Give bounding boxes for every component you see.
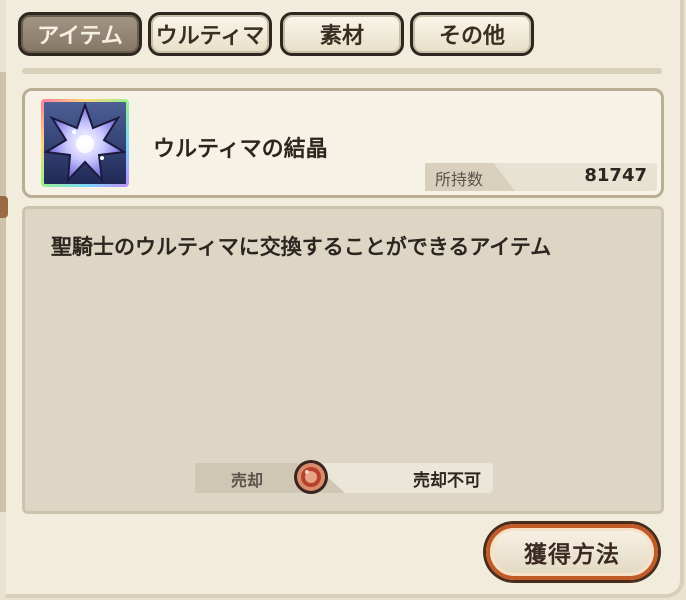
tab-label: アイテム [37,24,123,49]
item-name: ウルティマの結晶 [153,137,328,162]
tab-ultima[interactable]: ウルティマ [148,12,272,56]
description-panel: 聖騎士のウルティマに交換することができるアイテム 売却 売却不可 [22,206,664,514]
crystal-icon [41,99,129,187]
left-scroll-handle[interactable] [0,196,8,218]
sell-bar: 売却 売却不可 [195,460,493,494]
tab-items[interactable]: アイテム [18,12,142,56]
sell-label: 売却 [231,471,264,490]
owned-label: 所持数 [435,170,484,189]
acquire-method-button[interactable]: 獲得方法 [486,524,658,580]
owned-value: 81747 [584,165,647,186]
left-rail [0,72,6,512]
tab-divider [22,68,662,74]
tab-label: ウルティマ [155,24,265,49]
tab-label: 素材 [319,24,364,49]
acquire-method-label: 獲得方法 [524,542,620,568]
coin-icon [294,460,328,494]
tab-label: その他 [438,24,505,49]
tab-materials[interactable]: 素材 [280,12,404,56]
crystal-graphic [44,102,126,183]
item-description: 聖騎士のウルティマに交換することができるアイテム [51,235,552,259]
sell-value: 売却不可 [413,471,481,491]
owned-count-bar: 所持数 81747 [425,163,657,191]
tab-other[interactable]: その他 [410,12,534,56]
item-card: ウルティマの結晶 所持数 81747 [22,88,664,198]
